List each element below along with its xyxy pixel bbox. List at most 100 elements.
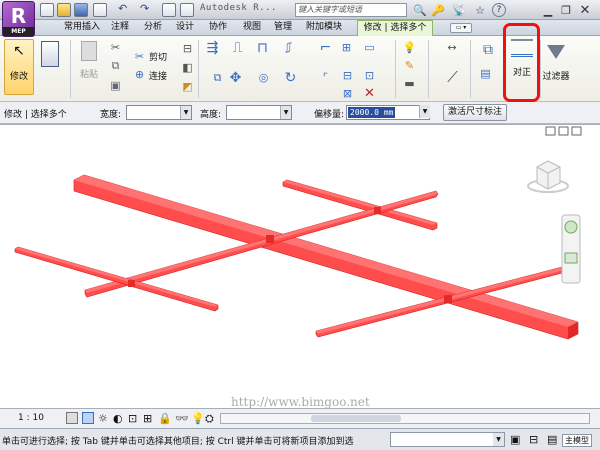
join-geometry-icon[interactable]: ⊕ — [132, 67, 147, 82]
width-select[interactable]: ▼ — [126, 105, 192, 120]
copy-icon[interactable]: ⧉ — [108, 58, 123, 73]
properties-button[interactable] — [38, 41, 62, 81]
override-graphics-icon[interactable]: ✎ — [402, 58, 417, 73]
sun-path-icon[interactable]: ☼ — [98, 412, 108, 425]
aligned-dimension-icon[interactable]: ⟋ — [445, 68, 460, 86]
lock-view-icon[interactable]: 🔒 — [158, 412, 172, 425]
communication-center-icon[interactable]: 📡 — [451, 2, 467, 18]
tab-modify-select-multiple[interactable]: 修改 | 选择多个 — [357, 20, 433, 37]
modify-button[interactable]: ↖ 修改 — [4, 39, 34, 95]
trim-extend-icon[interactable]: ⌜ — [318, 70, 333, 85]
chevron-down-icon[interactable]: ▼ — [280, 106, 291, 119]
cut-icon[interactable]: ✂ — [108, 40, 123, 55]
reveal-hidden-icon[interactable]: 💡 — [191, 412, 205, 425]
viewport-restore-icon[interactable] — [558, 126, 569, 136]
default-3d-view-icon[interactable] — [180, 3, 194, 17]
tab-design[interactable]: 设计 — [170, 20, 200, 36]
viewport-minimize-icon[interactable] — [545, 126, 556, 136]
upper-branch-duct[interactable] — [282, 179, 438, 231]
show-crop-icon[interactable]: ⊞ — [143, 412, 152, 425]
offset-input[interactable]: 2000.0 mm ▼ — [346, 105, 430, 120]
chevron-down-icon[interactable]: ▼ — [419, 105, 430, 118]
join-geometry-label[interactable]: 连接 — [149, 69, 167, 82]
temporary-hide-icon[interactable]: 👓 — [175, 412, 189, 425]
design-options-icon[interactable]: ▤ — [547, 433, 557, 446]
tab-annotate[interactable]: 注释 — [105, 20, 135, 36]
save-icon[interactable] — [74, 3, 88, 17]
new-file-icon[interactable] — [40, 3, 54, 17]
workset-select[interactable]: ▼ — [390, 432, 505, 447]
split-face-icon[interactable]: ◩ — [180, 79, 195, 94]
create-group-icon[interactable]: ⧉ — [478, 40, 498, 60]
create-similar-icon[interactable]: ▤ — [478, 66, 493, 81]
subscription-icon[interactable]: 🔑 — [430, 2, 446, 18]
view-scale[interactable]: 1 : 10 — [18, 413, 44, 423]
tab-analyze[interactable]: 分析 — [138, 20, 168, 36]
redo-icon[interactable]: ↷ — [140, 3, 154, 17]
3d-viewport[interactable]: http://www.bimgoo.net — [0, 124, 600, 409]
chevron-down-icon[interactable]: ▼ — [180, 106, 191, 119]
split-gap-icon[interactable]: ▭ — [362, 40, 377, 55]
hide-in-view-icon[interactable]: 💡 — [402, 40, 417, 55]
cut-geometry-label[interactable]: 剪切 — [149, 50, 167, 63]
detail-level-icon[interactable] — [66, 412, 78, 424]
mirror-draw-icon[interactable]: ⎎ — [281, 40, 296, 56]
application-menu-button[interactable]: R MEP — [2, 1, 35, 37]
filter-button[interactable]: 过滤器 — [542, 39, 570, 97]
minimize-icon[interactable]: ▁ — [540, 2, 556, 18]
close-icon[interactable]: ✕ — [577, 2, 593, 18]
navigation-bar[interactable] — [561, 214, 581, 284]
paint-icon[interactable]: ◧ — [180, 60, 195, 75]
model-label[interactable]: 主模型 — [562, 434, 592, 447]
viewport-close-icon[interactable] — [571, 126, 582, 136]
sync-icon[interactable] — [93, 3, 107, 17]
mirror-axis-icon[interactable]: ⊓ — [255, 40, 270, 56]
tab-addins[interactable]: 附加模块 — [297, 20, 351, 36]
view-cube[interactable] — [527, 160, 569, 193]
pin-icon[interactable]: ⊟ — [340, 68, 355, 83]
search-icon[interactable]: 🔍 — [412, 2, 428, 18]
favorites-star-icon[interactable]: ☆ — [472, 2, 488, 18]
horizontal-scrollbar[interactable] — [220, 413, 590, 424]
undo-icon[interactable]: ↶ — [118, 3, 132, 17]
visual-style-icon[interactable] — [82, 412, 94, 424]
restore-icon[interactable]: ❐ — [558, 2, 574, 18]
shadows-icon[interactable]: ◐ — [113, 412, 123, 425]
copy-tool-icon[interactable]: ⧉ — [210, 70, 225, 85]
main-duct[interactable] — [73, 174, 579, 340]
open-file-icon[interactable] — [57, 3, 71, 17]
chevron-down-icon[interactable]: ▼ — [493, 433, 504, 446]
offset-tool-icon[interactable]: ⎍ — [230, 40, 245, 56]
split-icon[interactable]: ⊞ — [339, 40, 354, 55]
tab-manage[interactable]: 管理 — [268, 20, 298, 36]
zoom-icon[interactable] — [564, 252, 578, 264]
wall-joins-icon[interactable]: ⊟ — [180, 41, 195, 56]
left-branch-duct[interactable] — [14, 246, 219, 312]
trim-icon[interactable]: ⌐ — [318, 40, 333, 56]
analysis-icon[interactable]: ⛭ — [205, 412, 214, 426]
filter-status-icon[interactable]: ⊟ — [529, 433, 538, 446]
align-tool-icon[interactable]: ⇶ — [205, 40, 220, 56]
scale-icon[interactable]: ⊡ — [362, 68, 377, 83]
match-type-icon[interactable]: ▣ — [108, 78, 123, 93]
activate-dimensions-button[interactable]: 激活尺寸标注 — [443, 104, 507, 121]
crop-view-icon[interactable]: ⊡ — [128, 412, 137, 425]
cut-geometry-icon[interactable]: ✂ — [132, 49, 147, 64]
paste-button[interactable]: 粘贴 — [76, 41, 102, 97]
measure-between-icon[interactable]: ↔ — [438, 40, 466, 55]
scrollbar-thumb[interactable] — [311, 415, 401, 422]
editable-only-icon[interactable]: ▣ — [510, 433, 520, 446]
height-select[interactable]: ▼ — [226, 105, 292, 120]
ribbon-minimize-toggle[interactable]: ▭ ▾ — [450, 23, 472, 33]
unpin-icon[interactable]: ⊠ — [340, 86, 355, 101]
delete-icon[interactable]: ✕ — [362, 86, 377, 101]
steering-wheel-icon[interactable] — [564, 220, 578, 234]
tab-insert[interactable]: 插入 — [76, 20, 106, 36]
array-icon[interactable]: ◎ — [256, 70, 271, 85]
measure-icon[interactable] — [162, 3, 176, 17]
move-icon[interactable]: ✥ — [228, 70, 243, 86]
tab-view[interactable]: 视图 — [237, 20, 267, 36]
search-input[interactable]: 键入关键字或短语 — [295, 3, 407, 17]
rotate-icon[interactable]: ↻ — [283, 70, 298, 86]
offset-dropdown[interactable]: ▼ — [418, 105, 430, 120]
